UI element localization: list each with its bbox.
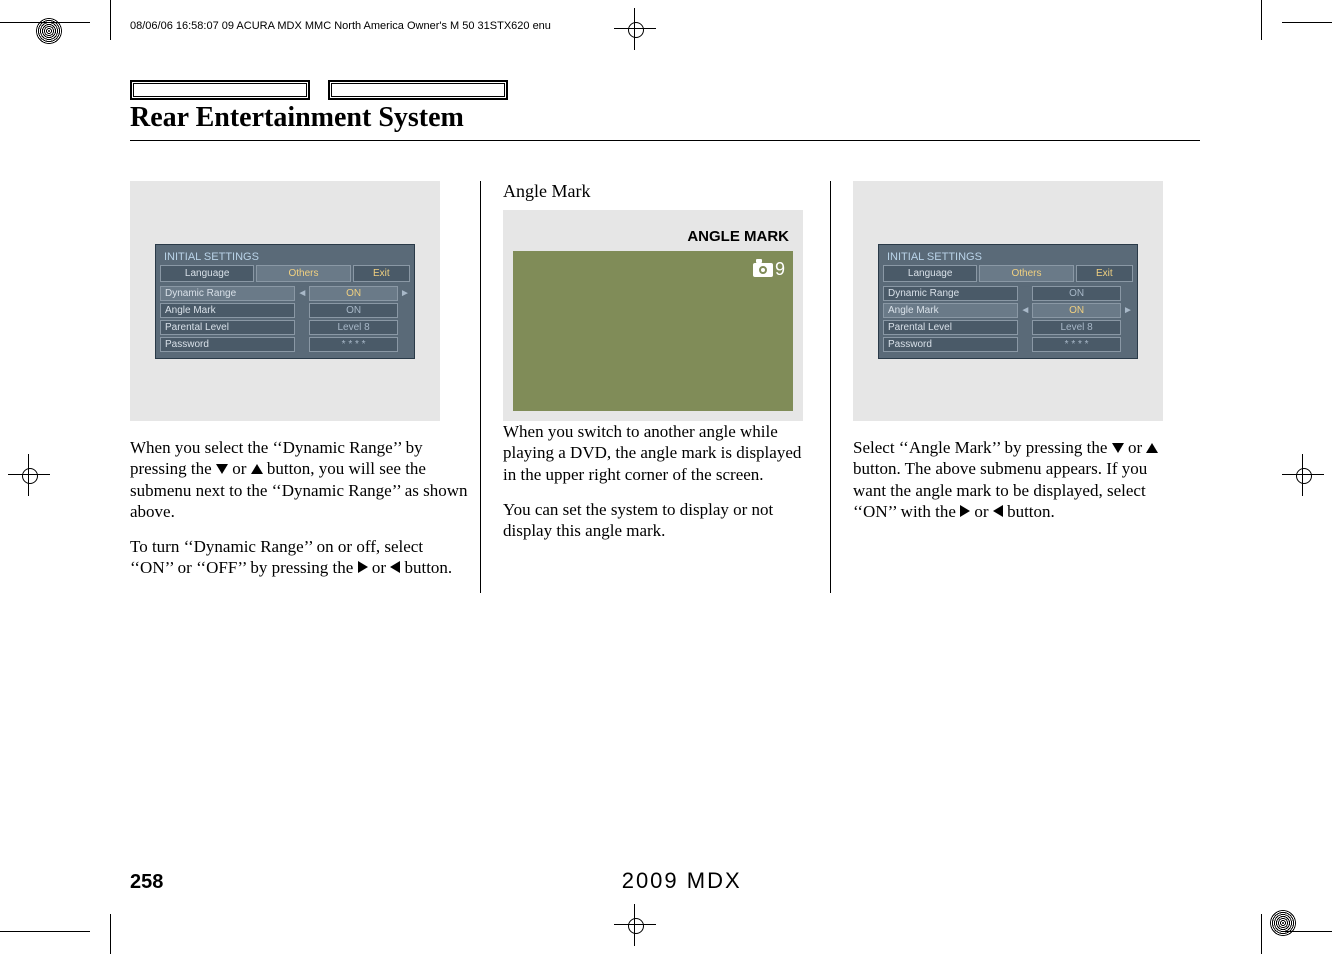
menu-row-parental: Parental Level Level 8 bbox=[883, 320, 1133, 335]
menu-label: Dynamic Range bbox=[160, 286, 295, 301]
down-triangle-icon bbox=[1112, 443, 1124, 453]
menu-tab-exit: Exit bbox=[353, 265, 410, 282]
arrow-left-icon: ◄ bbox=[1020, 303, 1030, 318]
menu-tab-exit: Exit bbox=[1076, 265, 1133, 282]
menu-tab-others: Others bbox=[256, 265, 350, 282]
settings-screenshot: INITIAL SETTINGS Language Others Exit Dy… bbox=[130, 181, 440, 421]
dvd-screenshot: ANGLE MARK 9 bbox=[503, 210, 803, 421]
menu-label: Angle Mark bbox=[883, 303, 1018, 318]
menu-label: Password bbox=[160, 337, 295, 352]
angle-number: 9 bbox=[775, 259, 785, 280]
registration-mark-icon bbox=[1270, 910, 1296, 936]
arrow-right-icon: ► bbox=[1123, 303, 1133, 318]
crop-line bbox=[1261, 0, 1262, 40]
menu-tab-language: Language bbox=[160, 265, 254, 282]
menu-label: Parental Level bbox=[883, 320, 1018, 335]
menu-label: Parental Level bbox=[160, 320, 295, 335]
angle-mark-badge: 9 bbox=[753, 259, 785, 280]
dvd-display: 9 bbox=[513, 251, 793, 411]
header-tab-boxes bbox=[130, 80, 1200, 100]
crop-line bbox=[0, 22, 90, 23]
menu-tab-others: Others bbox=[979, 265, 1073, 282]
right-triangle-icon bbox=[960, 505, 970, 517]
menu-heading: INITIAL SETTINGS bbox=[883, 249, 1133, 265]
crop-cross-icon bbox=[620, 910, 650, 940]
menu-row-parental: Parental Level Level 8 bbox=[160, 320, 410, 335]
menu-value: ON bbox=[309, 286, 398, 301]
body-text: Select ‘‘Angle Mark’’ by pressing the or… bbox=[853, 437, 1168, 522]
menu-row-angle-mark: Angle Mark ON bbox=[160, 303, 410, 318]
menu-heading: INITIAL SETTINGS bbox=[160, 249, 410, 265]
page-content: Rear Entertainment System INITIAL SETTIN… bbox=[130, 80, 1200, 593]
footer-model: 2009 MDX bbox=[163, 868, 1200, 894]
menu-label: Angle Mark bbox=[160, 303, 295, 318]
column-2: Angle Mark ANGLE MARK 9 When you switch … bbox=[480, 181, 830, 593]
crop-cross-icon bbox=[14, 460, 44, 490]
left-triangle-icon bbox=[993, 505, 1003, 517]
initial-settings-menu: INITIAL SETTINGS Language Others Exit Dy… bbox=[878, 244, 1138, 359]
title-rule bbox=[130, 140, 1200, 141]
body-text: To turn ‘‘Dynamic Range’’ on or off, sel… bbox=[130, 536, 468, 579]
body-text: When you select the ‘‘Dynamic Range’’ by… bbox=[130, 437, 468, 522]
angle-mark-label: ANGLE MARK bbox=[503, 210, 803, 251]
crop-line bbox=[110, 0, 111, 40]
arrow-left-icon: ◄ bbox=[297, 286, 307, 301]
up-triangle-icon bbox=[1146, 443, 1158, 453]
left-triangle-icon bbox=[390, 561, 400, 573]
right-triangle-icon bbox=[358, 561, 368, 573]
menu-row-dynamic-range: Dynamic Range ◄ ON ► bbox=[160, 286, 410, 301]
up-triangle-icon bbox=[251, 464, 263, 474]
page-title: Rear Entertainment System bbox=[130, 102, 1200, 134]
down-triangle-icon bbox=[216, 464, 228, 474]
body-text: You can set the system to display or not… bbox=[503, 499, 818, 542]
crop-line bbox=[1261, 914, 1262, 954]
tab-box bbox=[130, 80, 310, 100]
menu-row-angle-mark: Angle Mark ◄ ON ► bbox=[883, 303, 1133, 318]
subheading: Angle Mark bbox=[503, 181, 818, 202]
crop-line bbox=[1282, 22, 1332, 23]
menu-value: ON bbox=[1032, 286, 1121, 301]
menu-tab-language: Language bbox=[883, 265, 977, 282]
crop-line bbox=[0, 931, 90, 932]
body-text: When you switch to another angle while p… bbox=[503, 421, 818, 485]
page-footer: 258 2009 MDX bbox=[130, 868, 1200, 894]
arrow-right-icon: ► bbox=[400, 286, 410, 301]
column-1: INITIAL SETTINGS Language Others Exit Dy… bbox=[130, 181, 480, 593]
crop-line bbox=[1282, 931, 1332, 932]
menu-label: Dynamic Range bbox=[883, 286, 1018, 301]
menu-value: ON bbox=[309, 303, 398, 318]
menu-value: Level 8 bbox=[1032, 320, 1121, 335]
column-3: INITIAL SETTINGS Language Others Exit Dy… bbox=[830, 181, 1180, 593]
settings-screenshot: INITIAL SETTINGS Language Others Exit Dy… bbox=[853, 181, 1163, 421]
menu-value: Level 8 bbox=[309, 320, 398, 335]
menu-label: Password bbox=[883, 337, 1018, 352]
initial-settings-menu: INITIAL SETTINGS Language Others Exit Dy… bbox=[155, 244, 415, 359]
tab-box bbox=[328, 80, 508, 100]
crop-cross-icon bbox=[620, 14, 650, 44]
print-header: 08/06/06 16:58:07 09 ACURA MDX MMC North… bbox=[130, 20, 551, 32]
camera-icon bbox=[753, 263, 773, 277]
crop-cross-icon bbox=[1288, 460, 1318, 490]
menu-value: * * * * bbox=[309, 337, 398, 352]
menu-value: ON bbox=[1032, 303, 1121, 318]
menu-row-password: Password * * * * bbox=[883, 337, 1133, 352]
menu-row-password: Password * * * * bbox=[160, 337, 410, 352]
crop-line bbox=[110, 914, 111, 954]
page-number: 258 bbox=[130, 871, 163, 894]
menu-row-dynamic-range: Dynamic Range ON bbox=[883, 286, 1133, 301]
menu-value: * * * * bbox=[1032, 337, 1121, 352]
